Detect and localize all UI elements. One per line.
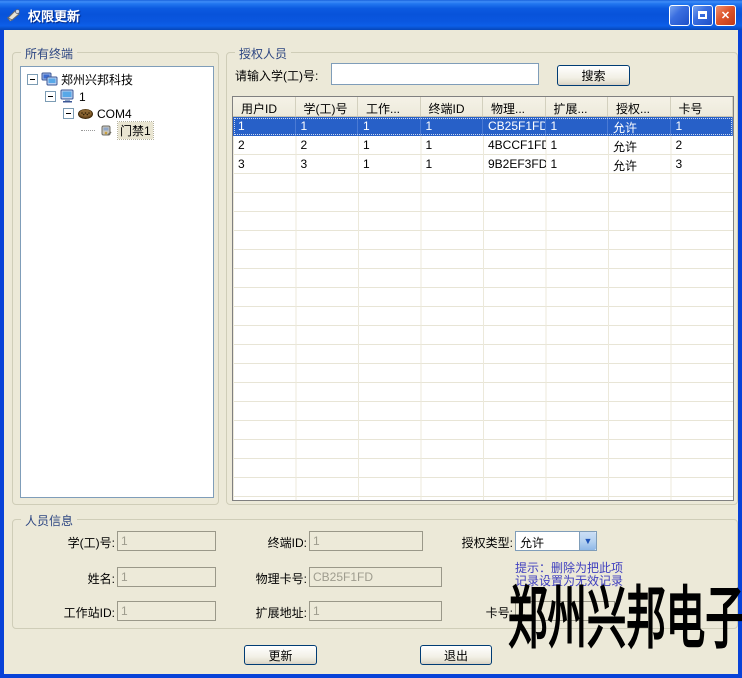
terminal-id-field[interactable]	[309, 531, 423, 551]
chevron-down-icon[interactable]: ▼	[579, 532, 596, 550]
tree-item-company[interactable]: 郑州兴邦科技	[27, 71, 133, 88]
workstation-id-field[interactable]	[117, 601, 216, 621]
ext-address-field[interactable]	[309, 601, 442, 621]
student-id-field[interactable]	[117, 531, 216, 551]
physical-card-field[interactable]	[309, 567, 442, 587]
vendor-watermark: 郑州兴邦电子	[508, 572, 742, 667]
close-button[interactable]: ✕	[715, 5, 736, 26]
ext-address-label: 扩展地址:	[233, 604, 307, 621]
table-body: 1 1 1 1 CB25F1FD 1 允许 1 2 2 1 1 4BCCF1FD…	[233, 117, 733, 500]
persons-groupbox-title: 授权人员	[235, 45, 291, 62]
column-header[interactable]: 卡号	[671, 97, 734, 116]
tree-connector	[81, 130, 95, 131]
terminals-groupbox: 所有终端 郑州兴邦科技 1	[12, 52, 219, 505]
column-header[interactable]: 扩展...	[546, 97, 609, 116]
card-no-label: 卡号:	[453, 604, 513, 621]
name-label: 姓名:	[33, 570, 115, 587]
collapse-icon[interactable]	[63, 108, 74, 119]
maximize-icon	[698, 11, 707, 19]
person-info-groupbox-title: 人员信息	[21, 512, 77, 529]
table-row[interactable]: 1 1 1 1 CB25F1FD 1 允许 1	[233, 117, 733, 136]
update-button[interactable]: 更新	[244, 645, 317, 665]
terminal-id-label: 终端ID:	[233, 534, 307, 551]
maximize-button[interactable]	[692, 5, 713, 26]
table-row[interactable]: 2 2 1 1 4BCCF1FD 1 允许 2	[233, 136, 733, 155]
column-header[interactable]: 物理...	[483, 97, 546, 116]
column-header[interactable]: 学(工)号	[296, 97, 359, 116]
column-header[interactable]: 授权...	[608, 97, 671, 116]
workstation-id-label: 工作站ID:	[33, 604, 115, 621]
name-field[interactable]	[117, 567, 216, 587]
persons-table[interactable]: 用户ID 学(工)号 工作... 终端ID 物理... 扩展... 授权... …	[232, 96, 734, 501]
tree-item-com-port[interactable]: COM4	[63, 105, 132, 122]
app-window: 权限更新 _ ✕ 所有终端 郑州兴邦科技	[0, 0, 742, 678]
terminal-tree[interactable]: 郑州兴邦科技 1	[20, 66, 214, 498]
tree-item-label: 1	[79, 90, 86, 104]
collapse-icon[interactable]	[27, 74, 38, 85]
window-title: 权限更新	[28, 6, 80, 25]
column-header[interactable]: 工作...	[358, 97, 421, 116]
tree-item-label: 郑州兴邦科技	[61, 71, 133, 88]
auth-type-label: 授权类型:	[433, 534, 513, 551]
title-bar[interactable]: 权限更新 _ ✕	[0, 0, 742, 30]
tree-item-door[interactable]: 门禁1	[81, 122, 153, 139]
column-header[interactable]: 用户ID	[233, 97, 296, 116]
app-icon	[6, 7, 22, 23]
terminals-groupbox-title: 所有终端	[21, 45, 77, 62]
exit-button[interactable]: 退出	[420, 645, 492, 665]
network-computer-icon	[41, 72, 58, 87]
com-port-icon	[77, 106, 94, 121]
door-reader-icon	[98, 123, 115, 138]
table-row[interactable]: 3 3 1 1 9B2EF3FD 1 允许 3	[233, 155, 733, 174]
search-label: 请输入学(工)号:	[235, 67, 318, 84]
collapse-icon[interactable]	[45, 91, 56, 102]
tree-item-label: 门禁1	[118, 122, 153, 139]
auth-type-select[interactable]: 允许 ▼	[515, 531, 597, 551]
column-header[interactable]: 终端ID	[421, 97, 484, 116]
computer-icon	[59, 89, 76, 104]
search-input[interactable]	[331, 63, 539, 85]
persons-groupbox: 授权人员 请输入学(工)号: 搜索 用户ID 学(工)号 工作... 终端ID …	[226, 52, 738, 505]
close-icon: ✕	[721, 9, 730, 22]
table-header: 用户ID 学(工)号 工作... 终端ID 物理... 扩展... 授权... …	[233, 97, 733, 117]
search-button[interactable]: 搜索	[557, 65, 630, 86]
minimize-button[interactable]: _	[669, 5, 690, 26]
tree-item-label: COM4	[97, 107, 132, 121]
tree-item-controller[interactable]: 1	[45, 88, 86, 105]
student-id-label: 学(工)号:	[33, 534, 115, 551]
physical-card-label: 物理卡号:	[233, 570, 307, 587]
